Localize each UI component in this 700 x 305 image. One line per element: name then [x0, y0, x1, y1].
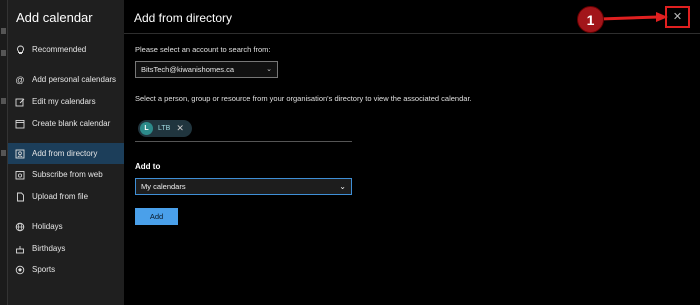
account-prompt: Please select an account to search from:: [135, 45, 271, 54]
strip-mark: [1, 50, 6, 56]
nav-item-label: Subscribe from web: [32, 170, 103, 179]
nav-item-label: Create blank calendar: [32, 119, 111, 128]
strip-mark: [1, 28, 6, 34]
nav-item-label: Edit my calendars: [32, 97, 96, 106]
lightbulb-icon: [15, 45, 25, 55]
directory-search-underline: [135, 141, 352, 142]
birthday-icon: [15, 244, 25, 254]
sidebar-title: Add calendar: [16, 10, 93, 25]
nav-item-label: Add from directory: [32, 149, 98, 158]
nav-item-label: Add personal calendars: [32, 75, 117, 84]
account-dropdown[interactable]: BitsTech@kiwanishomes.ca ⌄: [135, 61, 278, 78]
nav-item-add-personal-calendars[interactable]: @ Add personal calendars: [8, 69, 124, 90]
nav-item-add-from-directory[interactable]: Add from directory: [8, 143, 124, 164]
chip-label: LTB: [158, 125, 171, 132]
background-app-strip: [0, 0, 8, 305]
nav-item-label: Sports: [32, 265, 56, 274]
chevron-down-icon: ⌄: [266, 66, 272, 73]
nav-item-create-blank-calendar[interactable]: Create blank calendar: [8, 113, 124, 134]
at-sign-icon: @: [15, 74, 25, 85]
nav-item-holidays[interactable]: Holidays: [8, 216, 124, 237]
nav-item-birthdays[interactable]: Birthdays: [8, 238, 124, 259]
calendar-icon: [15, 119, 25, 129]
calendar-value: My calendars: [141, 182, 186, 191]
edit-calendar-icon: [15, 97, 25, 107]
nav-item-label: Holidays: [32, 222, 63, 231]
nav-item-sports[interactable]: Sports: [8, 259, 124, 280]
close-icon: ✕: [672, 10, 683, 23]
add-from-directory-panel: Add from directory Please select an acco…: [124, 0, 700, 305]
directory-prompt: Select a person, group or resource from …: [135, 94, 472, 103]
add-to-label: Add to: [135, 162, 161, 171]
add-calendar-sidebar: Add calendar Recommended @ Add personal …: [8, 0, 124, 305]
add-button[interactable]: Add: [135, 208, 178, 225]
nav-item-label: Recommended: [32, 45, 87, 54]
nav-item-recommended[interactable]: Recommended: [8, 39, 124, 60]
avatar: L: [140, 122, 153, 135]
globe-icon: [15, 222, 25, 232]
step-number-badge: 1: [577, 6, 604, 33]
nav-item-subscribe-from-web[interactable]: Subscribe from web: [8, 164, 124, 185]
strip-mark: [1, 150, 6, 156]
close-button[interactable]: ✕: [665, 6, 690, 28]
nav-item-edit-my-calendars[interactable]: Edit my calendars: [8, 91, 124, 112]
account-value: BitsTech@kiwanishomes.ca: [141, 65, 235, 74]
chevron-down-icon: ⌄: [339, 182, 346, 191]
nav-item-label: Upload from file: [32, 192, 89, 201]
annotation-arrow: [599, 12, 668, 22]
page-title: Add from directory: [134, 11, 233, 25]
nav-item-upload-from-file[interactable]: Upload from file: [8, 186, 124, 207]
nav-item-label: Birthdays: [32, 244, 66, 253]
directory-icon: [15, 149, 25, 159]
calendar-dropdown[interactable]: My calendars ⌄: [135, 178, 352, 195]
selected-person-chip[interactable]: L LTB ✕: [138, 120, 192, 137]
subscribe-icon: [15, 170, 25, 180]
close-icon[interactable]: ✕: [176, 124, 184, 133]
sports-icon: [15, 265, 25, 275]
strip-mark: [1, 98, 6, 104]
file-icon: [15, 192, 25, 202]
